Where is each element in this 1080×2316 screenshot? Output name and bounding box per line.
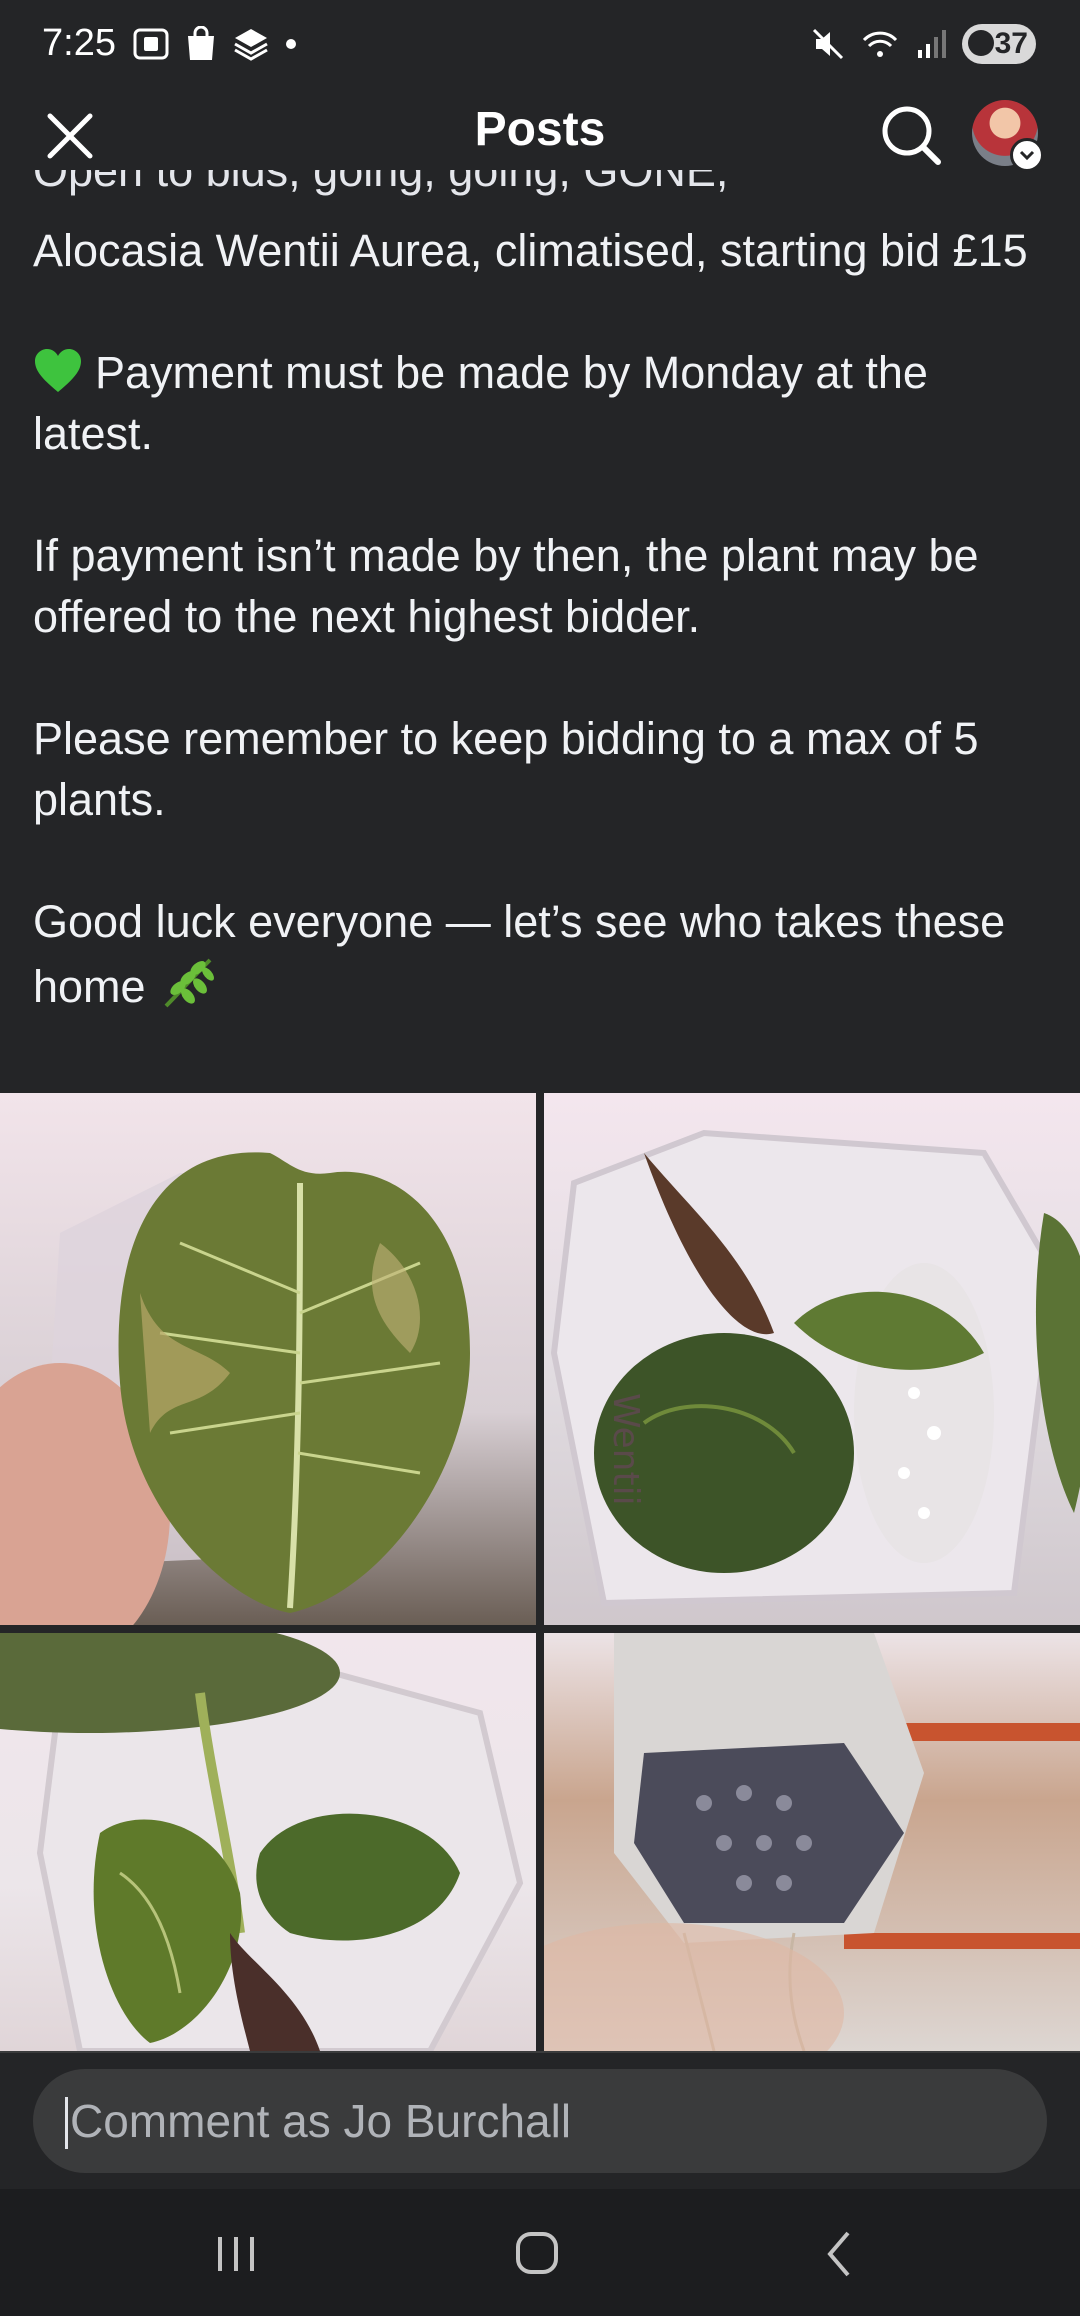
status-time: 7:25 [42,22,116,64]
comment-input[interactable]: Comment as Jo Burchall [33,2069,1047,2173]
post-payment-warning: If payment isn’t made by then, the plant… [33,530,979,642]
shopping-bag-icon [188,26,214,60]
photo-1[interactable] [0,1093,536,1625]
herb-icon [164,958,215,1008]
photo-4[interactable] [544,1633,1080,2051]
system-navigation-bar [0,2189,1080,2316]
battery-level: 37 [994,27,1028,60]
root-ball-image [544,1633,1080,2051]
photo-grid: Wentii [0,1093,1080,2051]
post-intro-line: Open to bids, going, going, GONE, [33,170,729,196]
home-button[interactable] [497,2219,577,2289]
comment-placeholder: Comment as Jo Burchall [70,2095,572,2147]
alocasia-plant-pot-image [0,1633,524,2051]
top-app-bar: Posts [0,92,1080,178]
svg-text:Wentii: Wentii [605,1393,646,1506]
signal-icon [918,30,946,58]
account-switcher-badge[interactable] [1010,138,1044,172]
layers-icon [234,29,268,61]
chevron-down-icon [1019,150,1035,161]
post-good-luck: Good luck everyone — let’s see who takes… [33,891,1053,1017]
comment-bar: Comment as Jo Burchall [0,2051,1080,2189]
search-button[interactable] [876,100,946,170]
post-bid-limit: Please remember to keep bidding to a max… [33,713,979,825]
payment-deadline-text: Payment must be made by Monday at the la… [33,347,928,459]
text-caret [65,2097,68,2149]
recents-icon [218,2237,254,2271]
status-bar: 7:25 37 [0,0,1080,92]
photo-3[interactable] [0,1633,536,2051]
search-icon [882,106,941,165]
battery-icon: 37 [962,24,1036,64]
home-icon [516,2232,558,2274]
post-item-line: Alocasia Wentii Aurea, climatised, start… [33,225,1028,276]
wifi-icon [862,31,898,57]
green-heart-icon [35,349,81,392]
recents-button[interactable] [196,2219,276,2289]
post-body: Alocasia Wentii Aurea, climatised, start… [33,220,1053,1017]
photo-2[interactable]: Wentii [544,1093,1080,1625]
post-text-clipped-line: Open to bids, going, going, GONE, [33,170,1053,210]
back-button[interactable] [800,2219,880,2289]
screenshot-icon [133,28,169,60]
dot-icon [286,39,296,49]
system-icons: 37 [810,24,1036,64]
alocasia-in-pot-image: Wentii [550,1129,1080,1607]
alocasia-leaf-image [0,1152,470,1625]
back-icon [827,2231,850,2277]
post-payment-line: Payment must be made by Monday at the la… [33,342,1053,464]
mute-icon [812,28,844,60]
notification-icons [132,26,298,62]
